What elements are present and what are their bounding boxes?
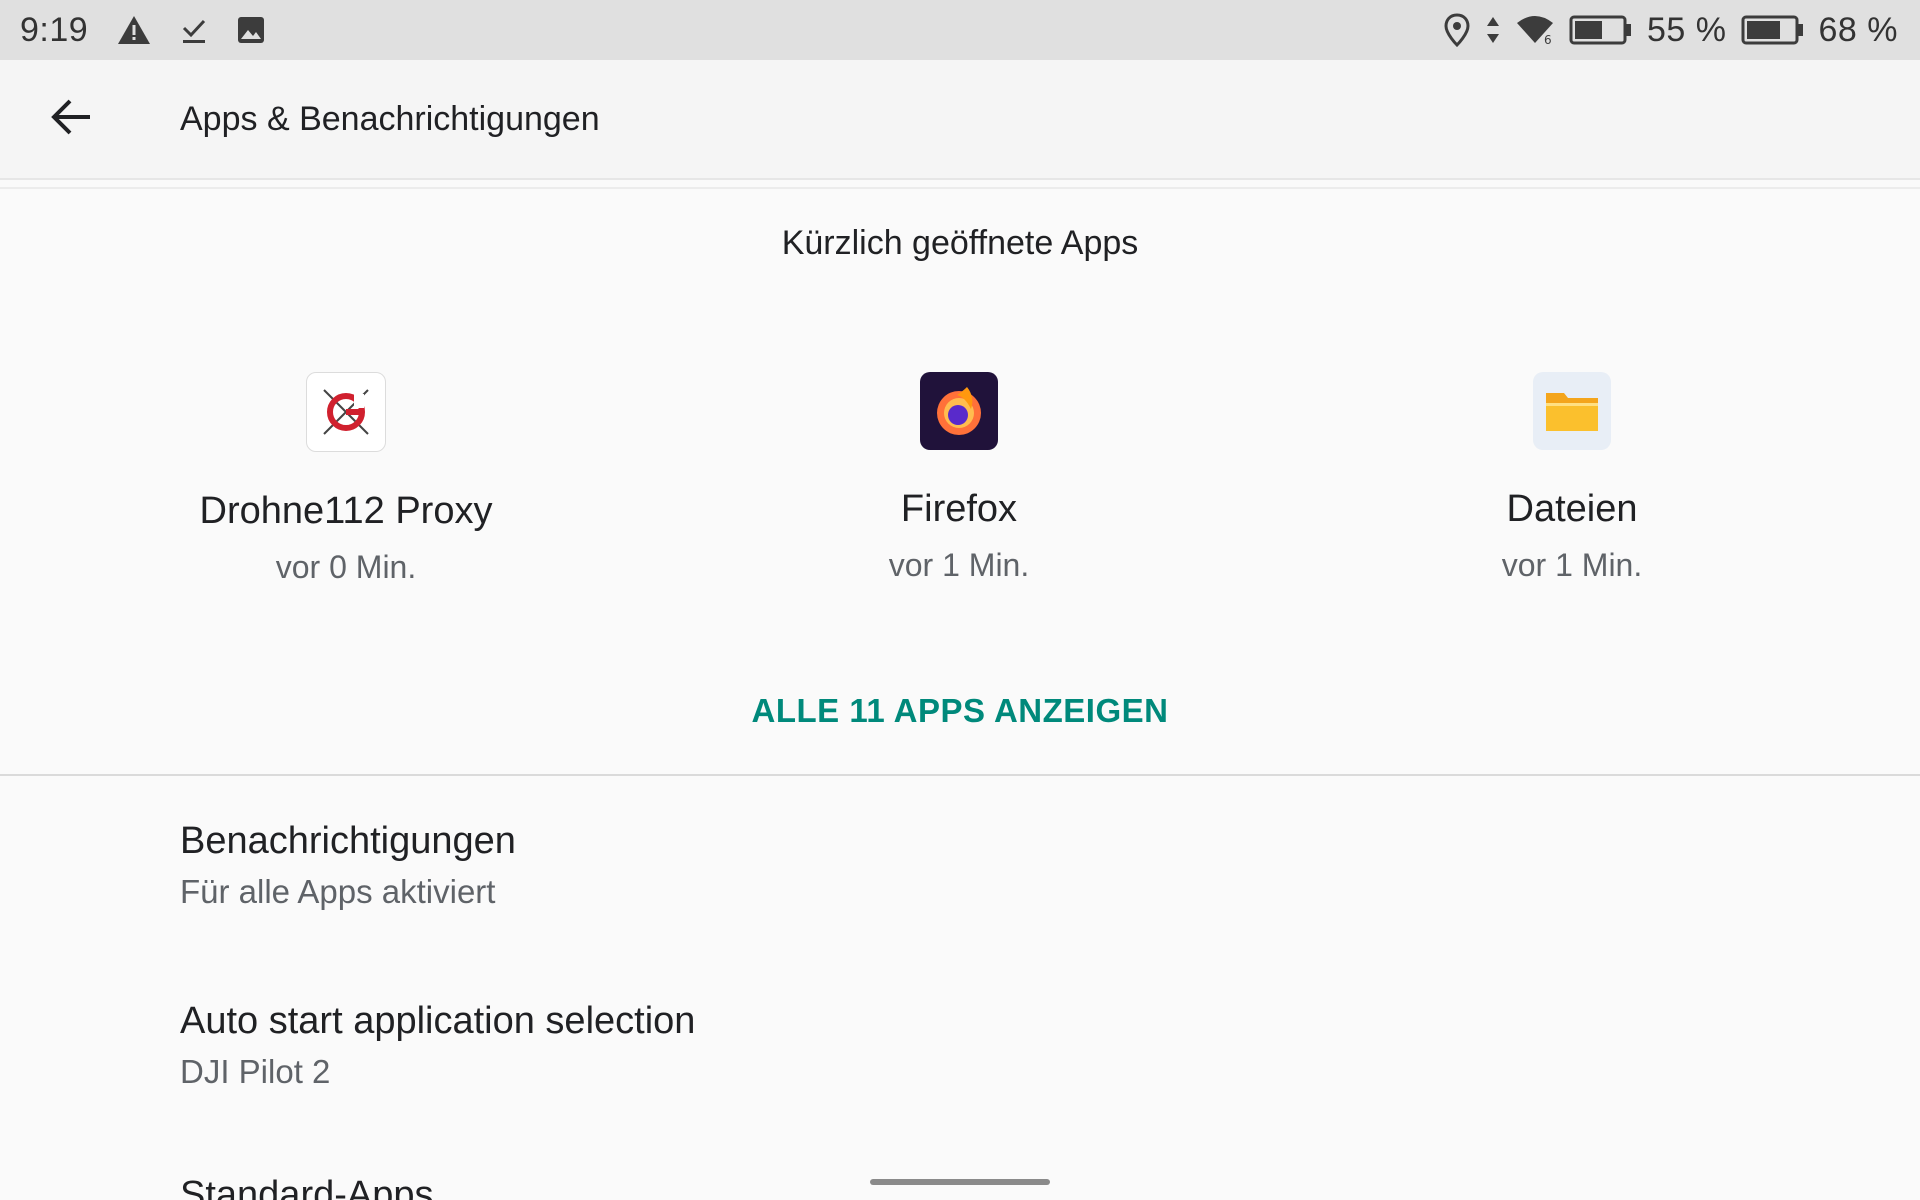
wifi-icon: 6 (1515, 15, 1555, 45)
firefox-icon (920, 372, 998, 450)
recent-apps-list: Drohne112 Proxy vor 0 Min. Firefox vor 1… (0, 372, 1920, 592)
pref-title: Benachrichtigungen (180, 820, 516, 862)
pref-summary: DJI Pilot 2 (180, 1053, 331, 1090)
recent-apps-header: Kürzlich geöffnete Apps (781, 224, 1139, 262)
pref-notifications[interactable]: Benachrichtigungen Für alle Apps aktivie… (180, 820, 516, 911)
app-bar: Apps & Benachrichtigungen (0, 60, 1920, 180)
app-name: Drohne112 Proxy (199, 490, 493, 532)
status-bar: 9:19 6 55 % 68 % (0, 0, 1920, 60)
pref-summary: Für alle Apps aktiviert (180, 873, 496, 910)
divider (0, 187, 1920, 189)
drohne112-icon (306, 372, 386, 452)
recent-app-firefox[interactable]: Firefox vor 1 Min. (709, 372, 1209, 584)
screen: 9:19 6 55 % 68 % Apps & Benachrichtigung… (0, 0, 1920, 1200)
battery-icon (1741, 14, 1805, 46)
back-button[interactable] (25, 74, 115, 164)
download-done-icon (180, 15, 208, 45)
gesture-nav-handle[interactable] (870, 1179, 1050, 1185)
battery-percent-1: 55 % (1647, 10, 1727, 49)
section-divider (0, 774, 1920, 776)
pref-title: Standard-Apps (180, 1174, 434, 1200)
pref-title: Auto start application selection (180, 1000, 696, 1042)
battery-icon (1569, 14, 1633, 46)
svg-text:6: 6 (1544, 33, 1552, 45)
warning-icon (116, 14, 152, 46)
files-icon (1533, 372, 1611, 450)
app-name: Firefox (900, 488, 1018, 530)
image-icon (236, 15, 266, 45)
status-time: 9:19 (20, 10, 89, 49)
battery-percent-2: 68 % (1818, 10, 1898, 49)
recent-app-drohne112[interactable]: Drohne112 Proxy vor 0 Min. (96, 372, 596, 586)
arrow-back-icon (48, 97, 92, 142)
pref-auto-start[interactable]: Auto start application selection DJI Pil… (180, 1000, 695, 1091)
pref-default-apps[interactable]: Standard-Apps (180, 1174, 434, 1200)
data-arrows-icon (1485, 15, 1501, 45)
app-last-used: vor 1 Min. (1501, 547, 1643, 583)
see-all-apps-button[interactable]: ALLE 11 APPS ANZEIGEN (0, 692, 1920, 730)
app-last-used: vor 1 Min. (888, 547, 1030, 583)
recent-app-dateien[interactable]: Dateien vor 1 Min. (1322, 372, 1822, 584)
page-title: Apps & Benachrichtigungen (180, 99, 600, 138)
location-icon (1443, 13, 1471, 47)
app-name: Dateien (1506, 488, 1638, 530)
app-last-used: vor 0 Min. (275, 549, 417, 585)
